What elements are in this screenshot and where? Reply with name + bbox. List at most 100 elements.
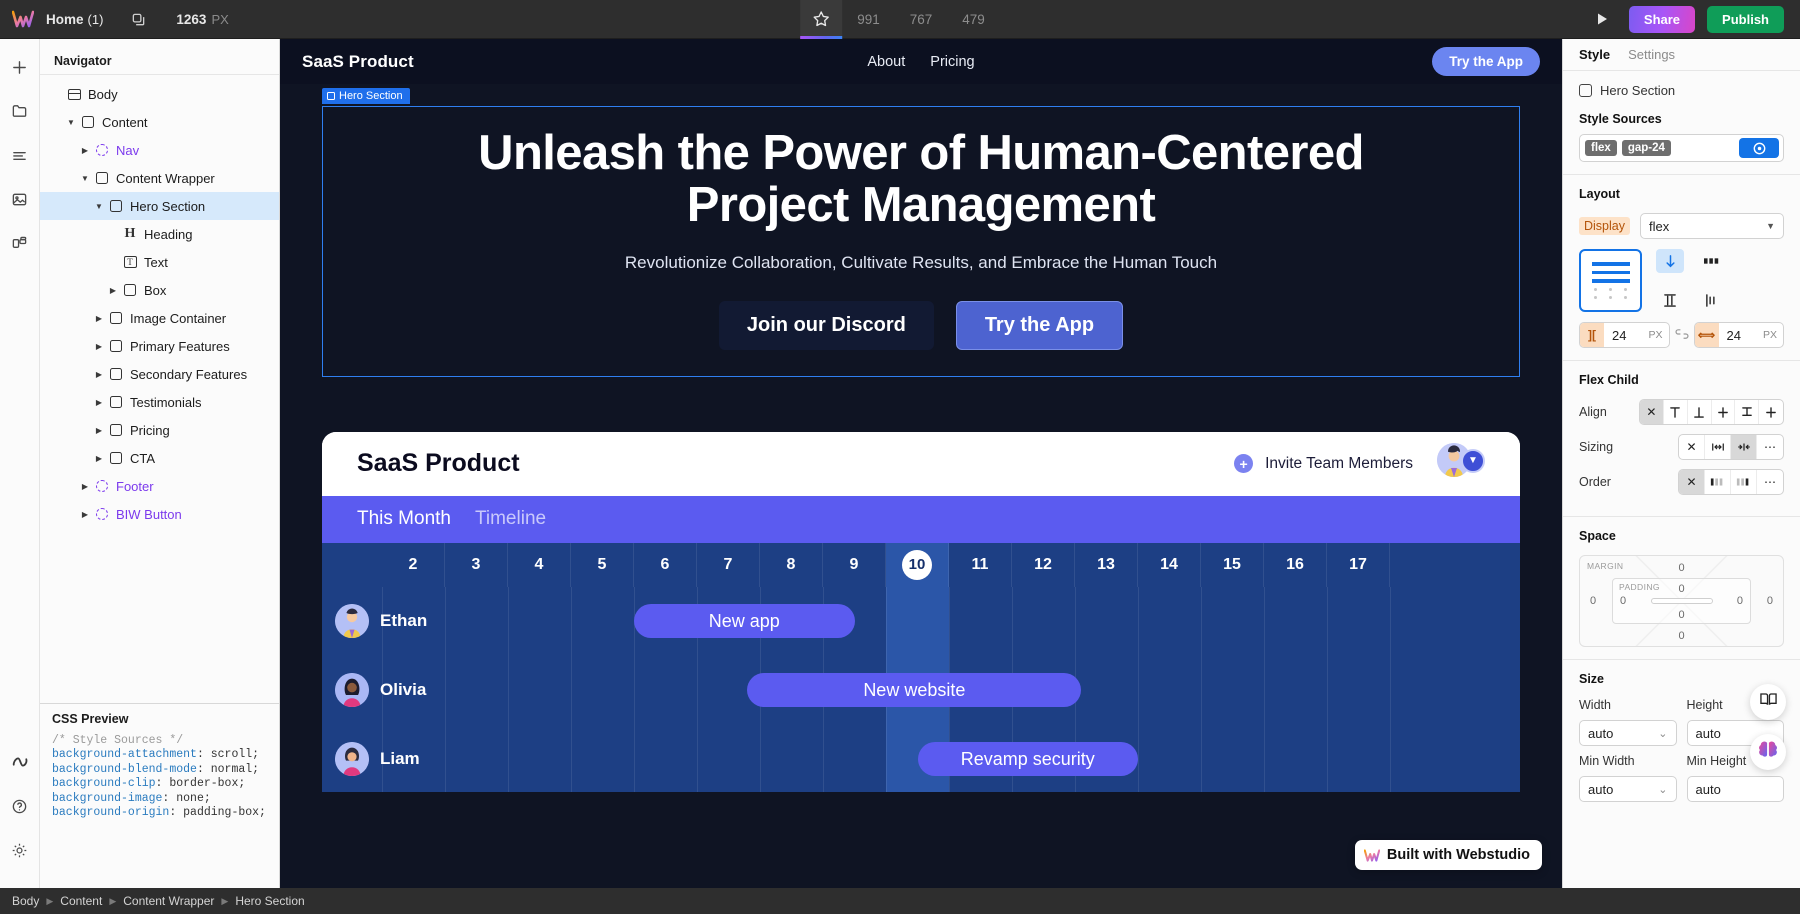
navigator-item-testimonials[interactable]: ▶Testimonials — [40, 388, 279, 416]
copy-icon[interactable] — [131, 12, 146, 27]
nav-try-app-button[interactable]: Try the App — [1432, 47, 1540, 76]
timeline-day-3[interactable]: 3 — [445, 543, 508, 587]
avatar-group[interactable]: ▼ — [1437, 447, 1485, 481]
task-bar[interactable]: New app — [634, 604, 855, 638]
plus-circle-icon[interactable]: + — [1234, 454, 1253, 473]
align-segmented-control[interactable]: ✕ — [1639, 399, 1784, 425]
task-bar[interactable]: Revamp security — [918, 742, 1139, 776]
margin-bottom-value[interactable]: 0 — [1678, 630, 1684, 642]
navigator-item-biw-button[interactable]: ▶BIW Button — [40, 500, 279, 528]
sizing-none-icon[interactable]: ✕ — [1679, 435, 1705, 459]
align-center-icon[interactable] — [1712, 400, 1736, 424]
share-button[interactable]: Share — [1629, 6, 1695, 33]
navigator-item-nav[interactable]: ▶Nav — [40, 136, 279, 164]
align-center-icon[interactable] — [1656, 288, 1684, 312]
order-first-icon[interactable] — [1705, 470, 1731, 494]
disclosure-arrow-icon[interactable]: ▶ — [78, 482, 92, 491]
padding-top-value[interactable]: 0 — [1678, 583, 1684, 595]
column-gap-field[interactable]: ⟺ 24 PX — [1694, 322, 1785, 348]
nav-link-pricing[interactable]: Pricing — [930, 54, 974, 70]
navigator-item-content[interactable]: ▼Content — [40, 108, 279, 136]
timeline-day-17[interactable]: 17 — [1327, 543, 1390, 587]
image-icon[interactable] — [4, 183, 36, 215]
sync-icon[interactable] — [4, 746, 36, 778]
invite-team-members-label[interactable]: Invite Team Members — [1265, 455, 1413, 473]
align-stretch-icon[interactable] — [1759, 400, 1783, 424]
padding-slider[interactable] — [1651, 598, 1713, 604]
flex-direction-column-icon[interactable] — [1656, 249, 1684, 273]
timeline-day-15[interactable]: 15 — [1201, 543, 1264, 587]
width-input[interactable]: auto ⌄ — [1579, 720, 1677, 746]
timeline-day-4[interactable]: 4 — [508, 543, 571, 587]
align-flex-end-icon[interactable] — [1688, 400, 1712, 424]
publish-button[interactable]: Publish — [1707, 6, 1784, 33]
timeline-task-row[interactable]: OliviaNew website — [322, 656, 1520, 725]
align-flex-start-icon[interactable] — [1664, 400, 1688, 424]
row-gap-field[interactable]: ][ 24 PX — [1579, 322, 1670, 348]
add-source-icon[interactable] — [1739, 138, 1779, 158]
navigator-item-secondary-features[interactable]: ▶Secondary Features — [40, 360, 279, 388]
disclosure-arrow-icon[interactable]: ▼ — [64, 118, 78, 127]
disclosure-arrow-icon[interactable]: ▼ — [78, 174, 92, 183]
margin-top-value[interactable]: 0 — [1678, 562, 1684, 574]
timeline-task-row[interactable]: EthanNew app — [322, 587, 1520, 656]
timeline-day-2[interactable]: 2 — [382, 543, 445, 587]
disclosure-arrow-icon[interactable]: ▶ — [92, 370, 106, 379]
navigator-item-box[interactable]: ▶Box — [40, 276, 279, 304]
disclosure-arrow-icon[interactable]: ▶ — [92, 454, 106, 463]
breakpoint-479[interactable]: 479 — [947, 0, 1000, 39]
plus-icon[interactable] — [4, 51, 36, 83]
space-control[interactable]: MARGIN 0 0 0 0 PADDING 0 0 0 0 — [1579, 555, 1784, 647]
help-icon[interactable] — [4, 790, 36, 822]
tab-timeline[interactable]: Timeline — [475, 508, 546, 530]
disclosure-arrow-icon[interactable]: ▶ — [92, 426, 106, 435]
padding-left-value[interactable]: 0 — [1620, 595, 1626, 607]
navigator-item-content-wrapper[interactable]: ▼Content Wrapper — [40, 164, 279, 192]
order-last-icon[interactable] — [1731, 470, 1757, 494]
tab-settings[interactable]: Settings — [1628, 47, 1675, 62]
align-none-icon[interactable]: ✕ — [1640, 400, 1664, 424]
task-bar[interactable]: New website — [747, 673, 1081, 707]
padding-control[interactable]: PADDING 0 0 0 0 — [1612, 578, 1751, 624]
navigator-item-cta[interactable]: ▶CTA — [40, 444, 279, 472]
disclosure-arrow-icon[interactable]: ▶ — [78, 146, 92, 155]
play-icon[interactable] — [1587, 4, 1617, 34]
disclosure-arrow-icon[interactable]: ▶ — [106, 286, 120, 295]
timeline-day-7[interactable]: 7 — [697, 543, 760, 587]
style-sources-field[interactable]: flex gap-24 — [1579, 134, 1784, 162]
settings-icon[interactable] — [4, 834, 36, 866]
breadcrumb-item-content[interactable]: Content — [60, 894, 102, 908]
nav-link-about[interactable]: About — [867, 54, 905, 70]
tab-style[interactable]: Style — [1579, 47, 1610, 62]
timeline-day-9[interactable]: 9 — [823, 543, 886, 587]
timeline-day-10[interactable]: 10 — [886, 543, 949, 587]
timeline-day-8[interactable]: 8 — [760, 543, 823, 587]
timeline-day-12[interactable]: 12 — [1012, 543, 1075, 587]
navigator-item-primary-features[interactable]: ▶Primary Features — [40, 332, 279, 360]
disclosure-arrow-icon[interactable]: ▶ — [92, 314, 106, 323]
ai-fab[interactable] — [1750, 734, 1786, 770]
min-width-input[interactable]: auto ⌄ — [1579, 776, 1677, 802]
chevron-down-icon[interactable]: ▼ — [1461, 449, 1485, 473]
navigator-tree[interactable]: Body▼Content▶Nav▼Content Wrapper▼Hero Se… — [40, 75, 279, 703]
flex-column-icon[interactable] — [1579, 249, 1642, 312]
timeline-day-16[interactable]: 16 — [1264, 543, 1327, 587]
timeline-day-5[interactable]: 5 — [571, 543, 634, 587]
navigator-icon[interactable] — [4, 139, 36, 171]
sizing-segmented-control[interactable]: ✕ ⋯ — [1678, 434, 1784, 460]
navigator-item-text[interactable]: TText — [40, 248, 279, 276]
link-gap-icon[interactable] — [1675, 328, 1689, 342]
timeline-day-11[interactable]: 11 — [949, 543, 1012, 587]
canvas-width-value[interactable]: 1263 — [176, 12, 206, 27]
sizing-grow-icon[interactable] — [1705, 435, 1731, 459]
breadcrumb-item-content-wrapper[interactable]: Content Wrapper — [123, 894, 214, 908]
order-more-icon[interactable]: ⋯ — [1757, 470, 1783, 494]
breadcrumb-item-hero-section[interactable]: Hero Section — [235, 894, 304, 908]
display-select[interactable]: flex ▼ — [1640, 213, 1784, 239]
margin-left-value[interactable]: 0 — [1590, 595, 1596, 607]
disclosure-arrow-icon[interactable]: ▶ — [78, 510, 92, 519]
flex-nowrap-icon[interactable] — [1698, 249, 1726, 273]
breakpoint-767[interactable]: 767 — [895, 0, 948, 39]
navigator-item-hero-section[interactable]: ▼Hero Section — [40, 192, 279, 220]
margin-right-value[interactable]: 0 — [1767, 595, 1773, 607]
